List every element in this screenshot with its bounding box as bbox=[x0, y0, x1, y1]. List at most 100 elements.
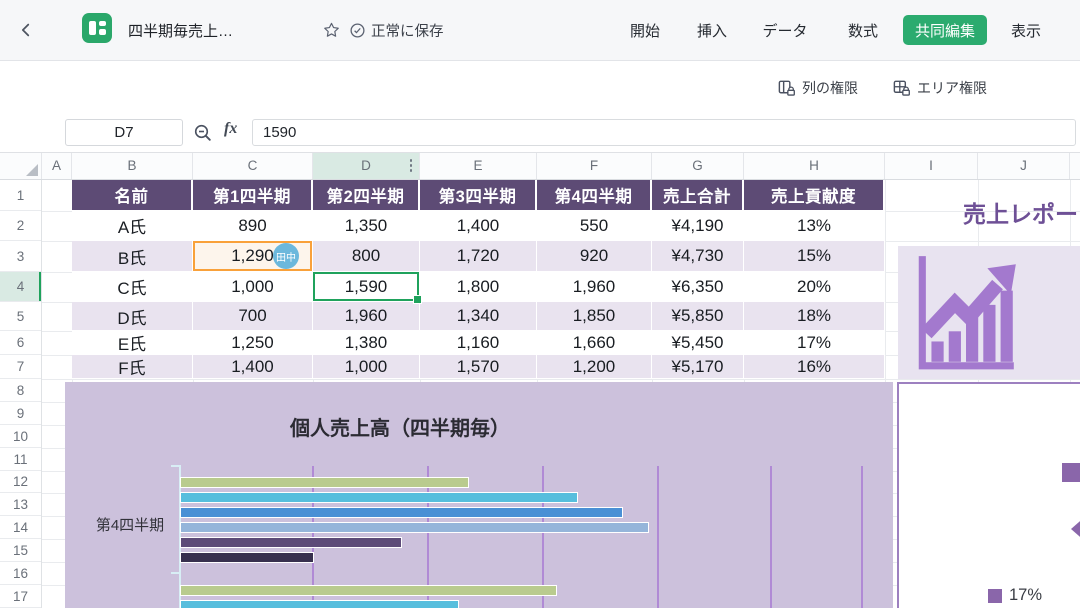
table-cell[interactable]: 13% bbox=[744, 211, 885, 241]
table-cell[interactable]: ¥5,850 bbox=[652, 302, 744, 331]
column-menu-icon[interactable] bbox=[410, 159, 413, 172]
table-cell[interactable]: ¥6,350 bbox=[652, 272, 744, 302]
table-cell[interactable]: 1,400 bbox=[193, 355, 313, 379]
table-header-cell[interactable]: 売上合計 bbox=[652, 180, 744, 211]
table-cell[interactable]: 1,340 bbox=[420, 302, 537, 331]
table-cell[interactable]: 1,000 bbox=[193, 272, 313, 302]
menu-icon[interactable] bbox=[46, 22, 68, 38]
table-cell[interactable]: 1,960 bbox=[313, 302, 420, 331]
zoom-icon[interactable] bbox=[192, 122, 214, 149]
pie-chart-card[interactable]: 17% bbox=[897, 382, 1080, 608]
table-cell[interactable]: 1,660 bbox=[537, 331, 652, 355]
row-header-6[interactable]: 6 bbox=[0, 331, 41, 355]
table-cell[interactable]: 1,200 bbox=[537, 355, 652, 379]
column-header-I[interactable]: I bbox=[885, 152, 978, 179]
column-letter: E bbox=[473, 158, 482, 173]
table-cell[interactable]: 1,400 bbox=[420, 211, 537, 241]
table-cell[interactable]: 17% bbox=[744, 331, 885, 355]
row-header-1[interactable]: 1 bbox=[0, 180, 41, 211]
column-header-B[interactable]: B bbox=[72, 152, 193, 179]
formula-input[interactable]: 1590 bbox=[252, 119, 1076, 146]
column-header-A[interactable]: A bbox=[42, 152, 72, 179]
row-header-11[interactable]: 11 bbox=[0, 448, 41, 471]
table-cell[interactable]: F氏 bbox=[72, 355, 193, 379]
row-header-15[interactable]: 15 bbox=[0, 539, 41, 562]
menu-start[interactable]: 開始 bbox=[630, 0, 660, 60]
table-header-cell[interactable]: 第2四半期 bbox=[313, 180, 420, 211]
column-header-J[interactable]: J bbox=[978, 152, 1070, 179]
row-header-5[interactable]: 5 bbox=[0, 302, 41, 331]
row-header-3[interactable]: 3 bbox=[0, 241, 41, 272]
sheets-app-icon[interactable] bbox=[82, 13, 112, 43]
table-cell[interactable]: 1,850 bbox=[537, 302, 652, 331]
collaborate-button[interactable]: 共同編集 bbox=[903, 15, 987, 45]
table-cell[interactable]: ¥4,730 bbox=[652, 241, 744, 272]
table-cell[interactable]: 1,570 bbox=[420, 355, 537, 379]
select-all-corner[interactable] bbox=[0, 152, 42, 179]
table-header-cell[interactable]: 売上貢献度 bbox=[744, 180, 885, 211]
column-header-E[interactable]: E bbox=[420, 152, 537, 179]
table-cell[interactable]: D氏 bbox=[72, 302, 193, 331]
area-permission-button[interactable]: エリア権限 bbox=[892, 60, 987, 115]
table-cell[interactable]: C氏 bbox=[72, 272, 193, 302]
table-cell[interactable]: 1,250 bbox=[193, 331, 313, 355]
table-header-cell[interactable]: 第3四半期 bbox=[420, 180, 537, 211]
table-cell[interactable]: 700 bbox=[193, 302, 313, 331]
row-header-2[interactable]: 2 bbox=[0, 211, 41, 241]
table-cell[interactable]: 890 bbox=[193, 211, 313, 241]
table-cell[interactable]: A氏 bbox=[72, 211, 193, 241]
column-header-F[interactable]: F bbox=[537, 152, 652, 179]
column-header-D[interactable]: D bbox=[313, 152, 420, 179]
table-header-cell[interactable]: 第1四半期 bbox=[193, 180, 313, 211]
table-cell[interactable]: 1,380 bbox=[313, 331, 420, 355]
menu-view[interactable]: 表示 bbox=[1011, 0, 1041, 60]
menu-formula[interactable]: 数式 bbox=[848, 0, 878, 60]
table-cell[interactable]: 550 bbox=[537, 211, 652, 241]
table-cell[interactable]: 1,720 bbox=[420, 241, 537, 272]
fill-handle[interactable] bbox=[413, 295, 422, 304]
row-header-16[interactable]: 16 bbox=[0, 562, 41, 585]
table-cell[interactable]: ¥4,190 bbox=[652, 211, 744, 241]
column-header-C[interactable]: C bbox=[193, 152, 313, 179]
table-cell[interactable]: 1,960 bbox=[537, 272, 652, 302]
table-cell[interactable]: 1,350 bbox=[313, 211, 420, 241]
star-icon[interactable] bbox=[322, 21, 341, 40]
table-header-cell[interactable]: 第4四半期 bbox=[537, 180, 652, 211]
table-cell[interactable]: 1,290田中 bbox=[193, 241, 313, 272]
table-cell[interactable]: 1,160 bbox=[420, 331, 537, 355]
cell-reference-box[interactable]: D7 bbox=[65, 119, 183, 146]
table-cell[interactable]: B氏 bbox=[72, 241, 193, 272]
table-cell[interactable]: 20% bbox=[744, 272, 885, 302]
column-header-G[interactable]: G bbox=[652, 152, 744, 179]
row-header-4[interactable]: 4 bbox=[0, 272, 41, 302]
table-cell[interactable]: 1,800 bbox=[420, 272, 537, 302]
table-cell[interactable]: 800 bbox=[313, 241, 420, 272]
table-cell[interactable]: 920 bbox=[537, 241, 652, 272]
back-icon[interactable] bbox=[17, 20, 35, 40]
row-header-17[interactable]: 17 bbox=[0, 585, 41, 608]
table-cell[interactable]: 1,590 bbox=[313, 272, 420, 302]
row-header-9[interactable]: 9 bbox=[0, 402, 41, 425]
table-cell[interactable]: 15% bbox=[744, 241, 885, 272]
table-cell[interactable]: ¥5,450 bbox=[652, 331, 744, 355]
growth-chart-image[interactable] bbox=[898, 246, 1080, 379]
row-header-7[interactable]: 7 bbox=[0, 355, 41, 379]
row-header-8[interactable]: 8 bbox=[0, 379, 41, 402]
table-cell[interactable]: E氏 bbox=[72, 331, 193, 355]
column-header-H[interactable]: H bbox=[744, 152, 885, 179]
spreadsheet-canvas[interactable]: 1234567891011121314151617 名前第1四半期第2四半期第3… bbox=[0, 180, 1080, 608]
row-header-10[interactable]: 10 bbox=[0, 425, 41, 448]
table-header-cell[interactable]: 名前 bbox=[72, 180, 193, 211]
table-cell[interactable]: 16% bbox=[744, 355, 885, 379]
row-header-13[interactable]: 13 bbox=[0, 493, 41, 516]
column-permission-button[interactable]: 列の権限 bbox=[777, 60, 858, 115]
fx-icon[interactable]: fx bbox=[224, 120, 237, 138]
row-header-14[interactable]: 14 bbox=[0, 516, 41, 539]
table-cell[interactable]: ¥5,170 bbox=[652, 355, 744, 379]
table-cell[interactable]: 1,000 bbox=[313, 355, 420, 379]
bar-chart[interactable]: 個人売上高（四半期毎） 第4四半期第3四半期 bbox=[65, 382, 893, 608]
menu-insert[interactable]: 挿入 bbox=[697, 0, 727, 60]
row-header-12[interactable]: 12 bbox=[0, 471, 41, 493]
menu-data[interactable]: データ bbox=[762, 0, 807, 60]
table-cell[interactable]: 18% bbox=[744, 302, 885, 331]
